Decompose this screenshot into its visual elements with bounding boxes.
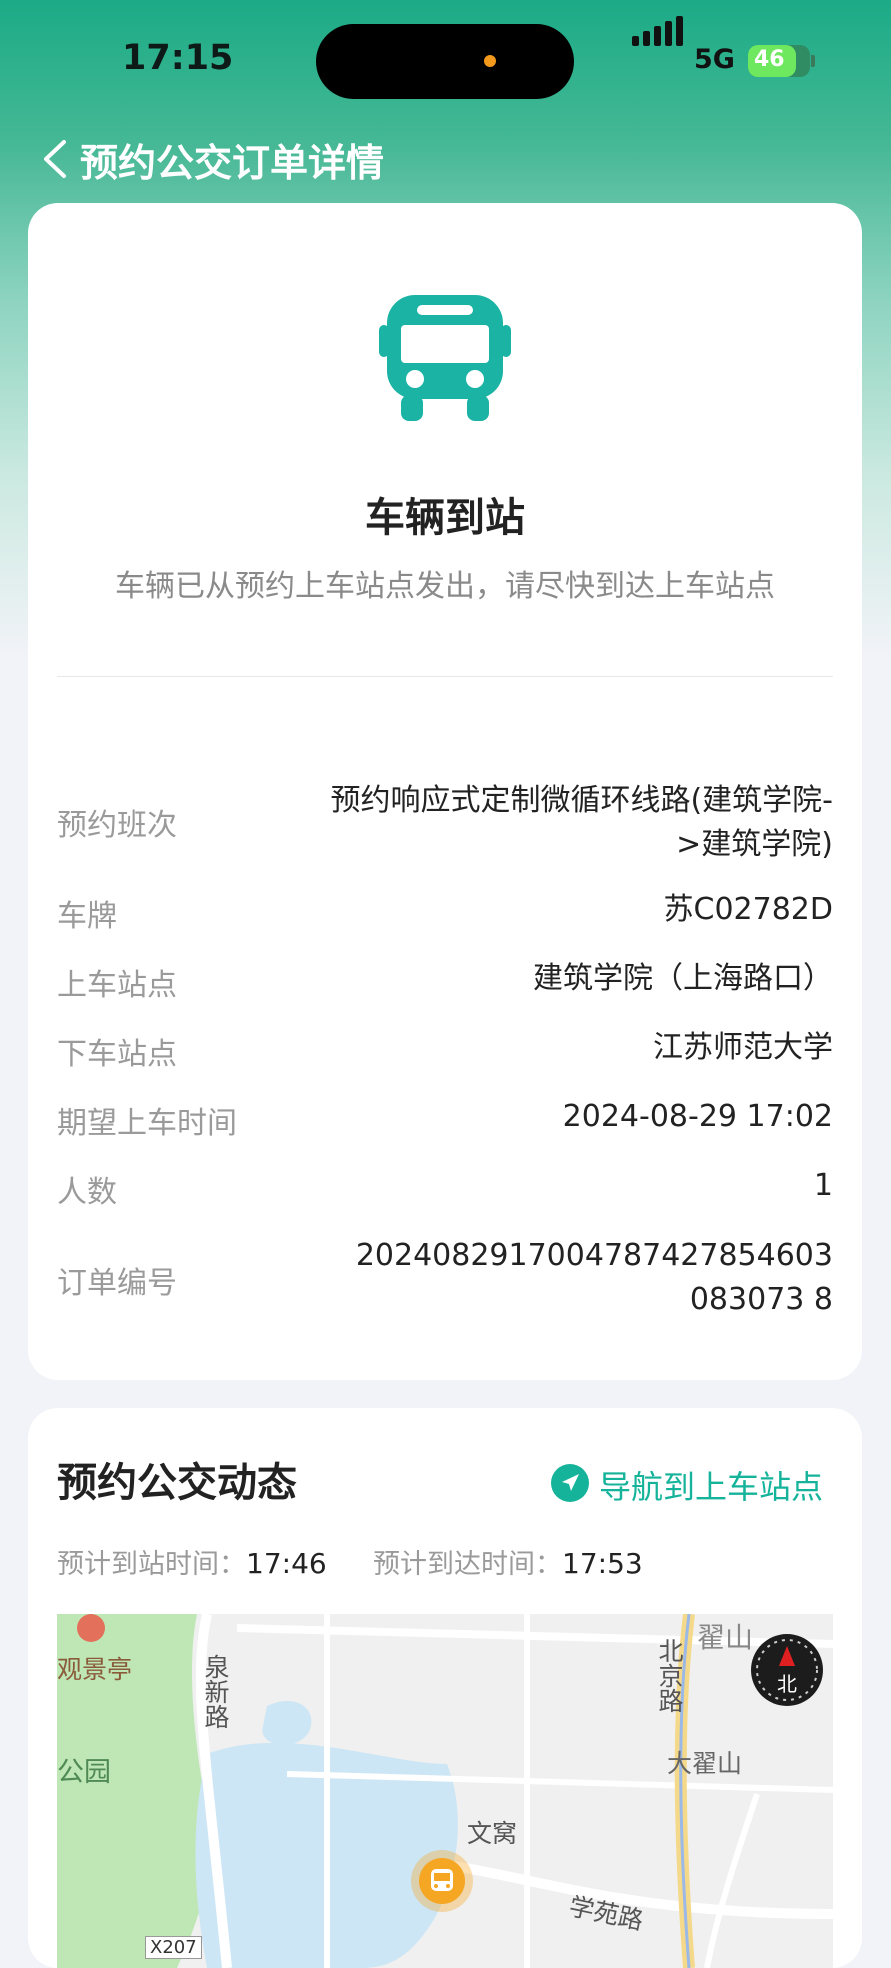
detail-value-boarding-stop: 建筑学院（上海路口） [533, 961, 833, 996]
network-type: 5G [694, 44, 735, 75]
detail-label: 订单编号 [57, 1266, 177, 1301]
compass-label: 北 [777, 1672, 797, 1696]
privacy-indicator [484, 55, 496, 67]
navigate-button-label: 导航到上车站点 [599, 1468, 824, 1506]
detail-label: 车牌 [57, 899, 117, 934]
detail-label: 上车站点 [57, 968, 177, 1003]
map-label-place: 大翟山 [667, 1749, 743, 1778]
route-map[interactable]: 观景亭 泉新路 北京路 翟山 大翟山 公园 文窝 学苑路 X207 北 [57, 1614, 833, 1968]
bus-marker[interactable] [411, 1850, 473, 1912]
divider [57, 676, 833, 677]
detail-value-passengers: 1 [813, 1168, 833, 1203]
back-icon[interactable] [40, 138, 72, 180]
status-bar: 17:15 5G 46 [0, 0, 891, 110]
eta-station-value: 17:46 [246, 1547, 327, 1580]
page-title: 预约公交订单详情 [80, 141, 385, 185]
battery-icon: 46 [748, 45, 810, 77]
detail-value-route: 预约响应式定制微循环线路(建筑学院->建筑学院) [330, 783, 833, 862]
map-label-place: 文窝 [467, 1819, 518, 1848]
map-label-place: 翟山 [697, 1621, 754, 1654]
bus-dynamics-card: 预约公交动态 导航到上车站点 预计到站时间：17:46 预计到达时间：17:53 [28, 1408, 862, 1968]
dynamics-title: 预约公交动态 [57, 1460, 297, 1506]
battery-level: 46 [754, 47, 785, 72]
dynamic-island [316, 24, 574, 99]
eta-arrival: 预计到达时间：17:53 [373, 1547, 643, 1580]
detail-value-expected-time: 2024-08-29 17:02 [562, 1099, 833, 1134]
detail-label: 人数 [57, 1175, 117, 1210]
order-status-description: 车辆已从预约上车站点发出，请尽快到达上车站点 [115, 569, 775, 604]
bus-icon [379, 295, 511, 421]
poi-marker-icon [77, 1614, 105, 1642]
detail-label: 期望上车时间 [57, 1106, 237, 1141]
status-time: 17:15 [122, 38, 234, 78]
map-label-road: 北京路 [655, 1638, 684, 1713]
bus-marker-icon [419, 1858, 465, 1904]
detail-value-alighting-stop: 江苏师范大学 [653, 1030, 833, 1065]
map-label-park: 公园 [57, 1757, 111, 1788]
order-status-title: 车辆到站 [365, 495, 525, 541]
eta-station: 预计到站时间：17:46 [57, 1547, 327, 1580]
map-canvas [57, 1614, 833, 1968]
map-label-poi: 观景亭 [57, 1655, 133, 1684]
map-label-road: 泉新路 [201, 1654, 230, 1729]
detail-label: 预约班次 [57, 808, 177, 843]
map-label-highway: X207 [145, 1936, 202, 1959]
navigate-to-stop-button[interactable]: 导航到上车站点 [551, 1462, 833, 1506]
detail-value-order-number: 2024082917004787427854603083073 8 [355, 1238, 833, 1317]
compass-icon[interactable]: 北 [751, 1634, 823, 1706]
eta-arrival-value: 17:53 [562, 1547, 643, 1580]
navigation-arrow-icon [551, 1464, 589, 1502]
order-detail-card: 车辆到站 车辆已从预约上车站点发出，请尽快到达上车站点 预约班次 预约响应式定制… [28, 203, 862, 1380]
detail-label: 下车站点 [57, 1037, 177, 1072]
detail-value-plate: 苏C02782D [663, 892, 833, 927]
